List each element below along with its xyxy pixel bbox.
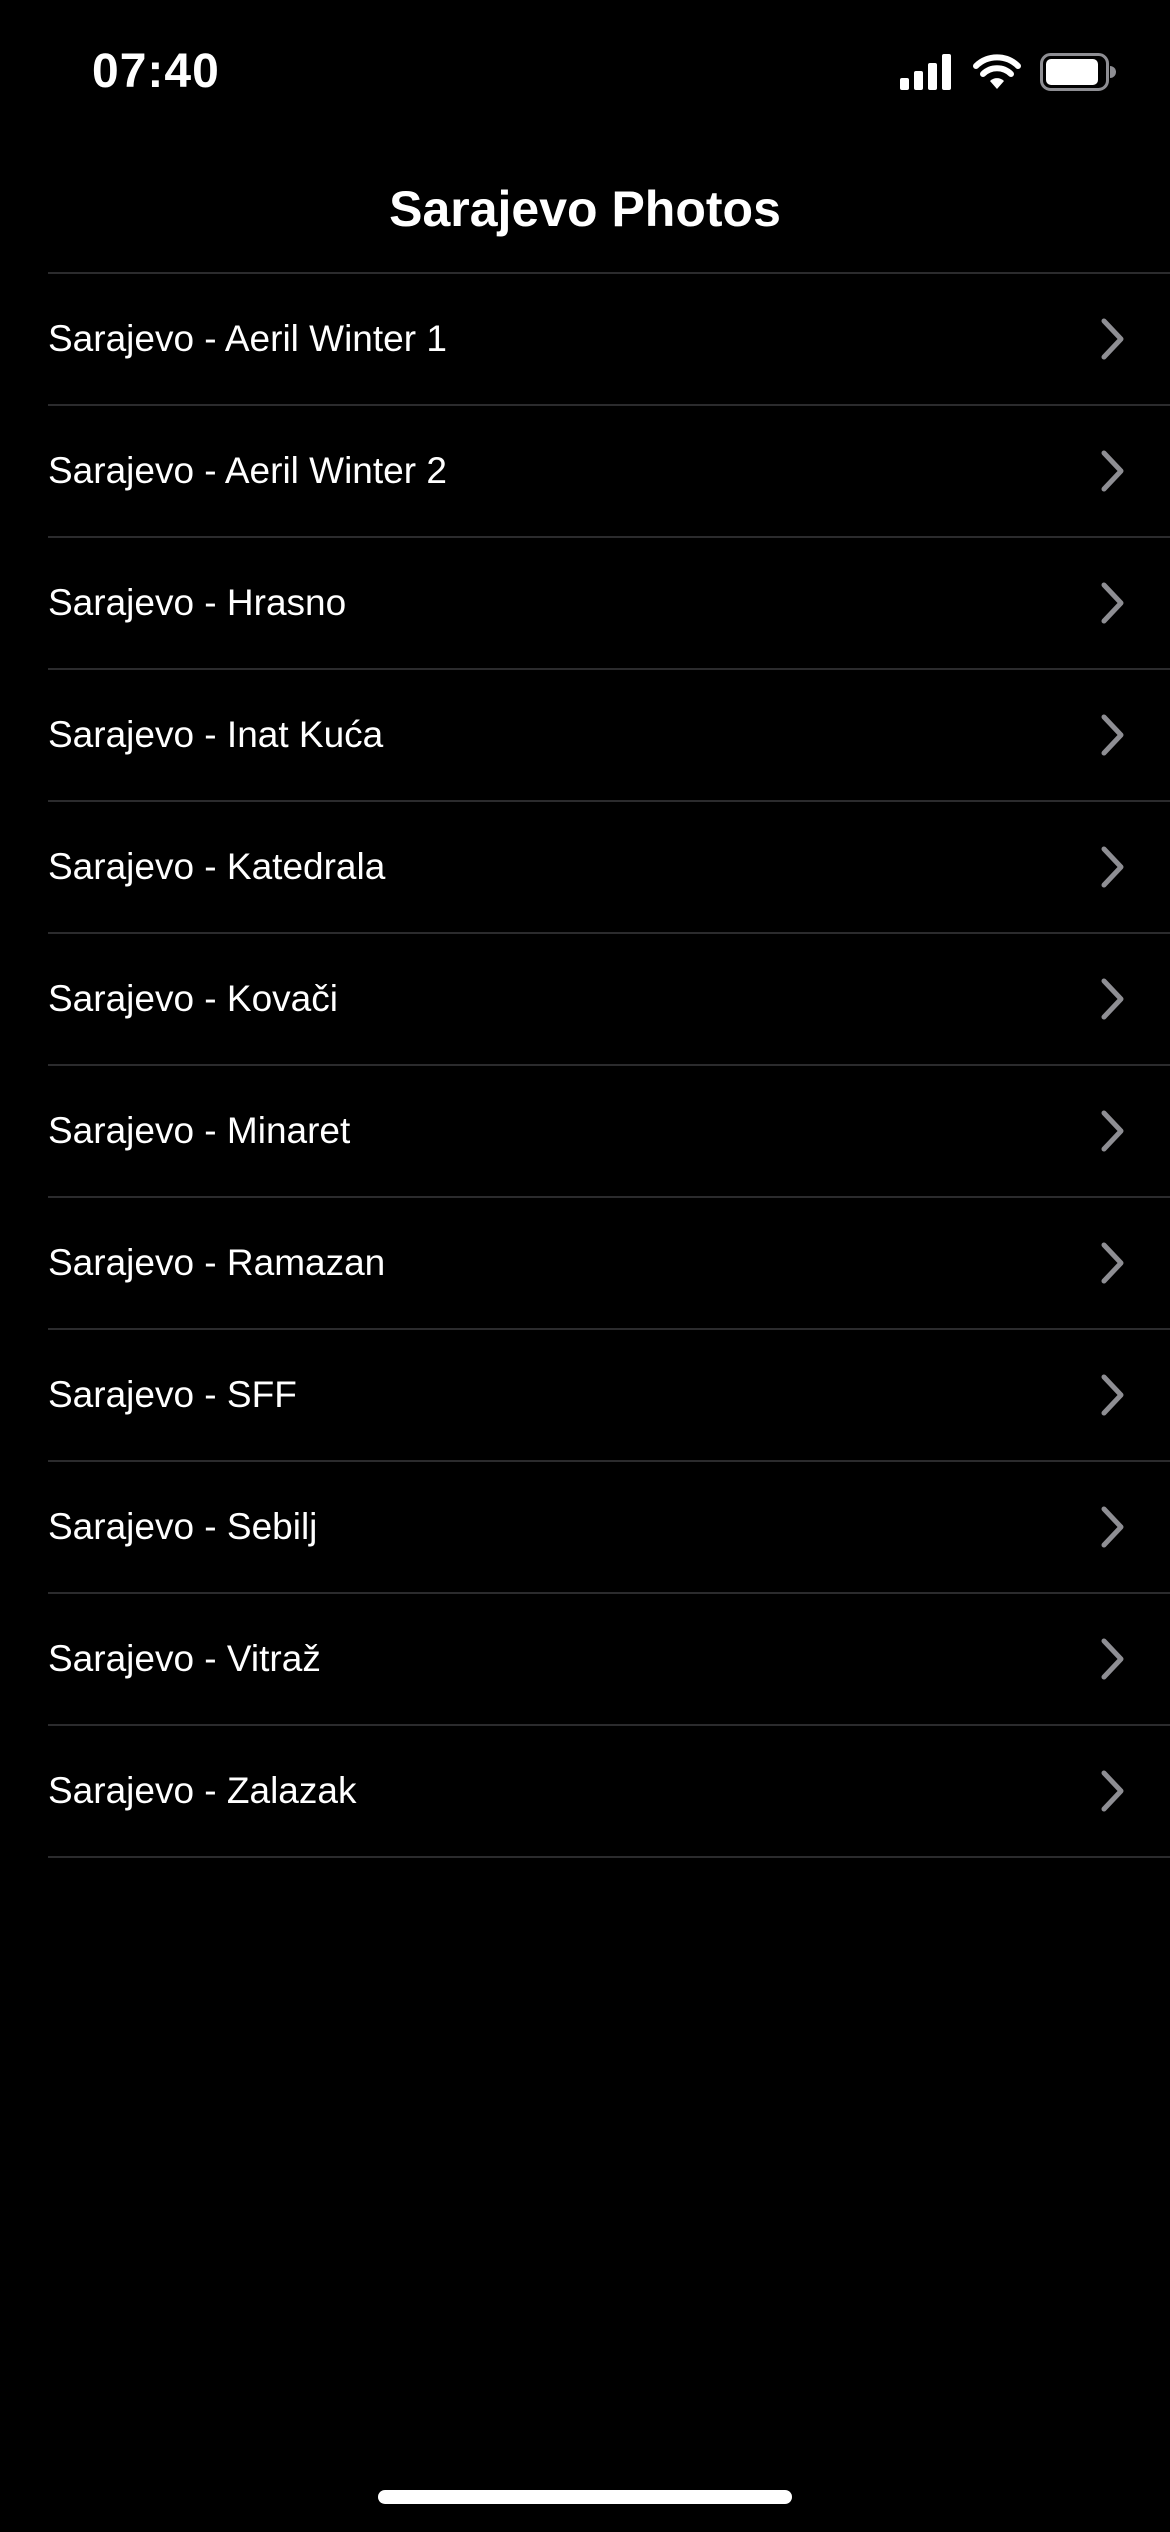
page-title: Sarajevo Photos — [389, 181, 781, 237]
list-item[interactable]: Sarajevo - Inat Kuća — [48, 670, 1170, 802]
list-item-label: Sarajevo - Minaret — [48, 1110, 351, 1151]
list-item[interactable]: Sarajevo - SFF — [48, 1330, 1170, 1462]
status-time: 07:40 — [92, 45, 220, 98]
list-item[interactable]: Sarajevo - Kovači — [48, 934, 1170, 1066]
chevron-right-icon — [1101, 846, 1124, 888]
chevron-right-icon — [1101, 978, 1124, 1020]
chevron-right-icon — [1101, 1242, 1124, 1284]
list-item-label: Sarajevo - Kovači — [48, 978, 338, 1019]
list-item-label: Sarajevo - Ramazan — [48, 1242, 386, 1283]
list-item-label: Sarajevo - Inat Kuća — [48, 714, 384, 755]
list-item[interactable]: Sarajevo - Ramazan — [48, 1198, 1170, 1330]
battery-icon — [1040, 52, 1116, 96]
chevron-right-icon — [1101, 1506, 1124, 1548]
chevron-right-icon — [1101, 1638, 1124, 1680]
list-item[interactable]: Sarajevo - Sebilj — [48, 1462, 1170, 1594]
list-item[interactable]: Sarajevo - Zalazak — [48, 1726, 1170, 1858]
photo-list: Sarajevo - Aeril Winter 1 Sarajevo - Aer… — [48, 272, 1170, 1858]
list-item[interactable]: Sarajevo - Minaret — [48, 1066, 1170, 1198]
list-item[interactable]: Sarajevo - Vitraž — [48, 1594, 1170, 1726]
list-item-label: Sarajevo - Aeril Winter 1 — [48, 318, 447, 359]
chevron-right-icon — [1101, 1770, 1124, 1812]
list-item-label: Sarajevo - Vitraž — [48, 1638, 321, 1679]
list-item[interactable]: Sarajevo - Aeril Winter 1 — [48, 274, 1170, 406]
status-bar: 07:40 — [0, 0, 1170, 140]
list-item[interactable]: Sarajevo - Aeril Winter 2 — [48, 406, 1170, 538]
chevron-right-icon — [1101, 318, 1124, 360]
list-item[interactable]: Sarajevo - Hrasno — [48, 538, 1170, 670]
chevron-right-icon — [1101, 582, 1124, 624]
list-item-label: Sarajevo - Aeril Winter 2 — [48, 450, 447, 491]
chevron-right-icon — [1101, 714, 1124, 756]
chevron-right-icon — [1101, 1374, 1124, 1416]
list-item[interactable]: Sarajevo - Katedrala — [48, 802, 1170, 934]
chevron-right-icon — [1101, 450, 1124, 492]
list-item-label: Sarajevo - Hrasno — [48, 582, 347, 623]
cellular-signal-icon — [900, 53, 954, 95]
home-indicator[interactable] — [378, 2490, 792, 2504]
list-item-label: Sarajevo - Sebilj — [48, 1506, 318, 1547]
chevron-right-icon — [1101, 1110, 1124, 1152]
wifi-icon — [972, 53, 1022, 96]
status-icons — [900, 52, 1116, 96]
navigation-bar: Sarajevo Photos — [0, 160, 1170, 272]
list-item-label: Sarajevo - Katedrala — [48, 846, 386, 887]
list-item-label: Sarajevo - SFF — [48, 1374, 297, 1415]
list-item-label: Sarajevo - Zalazak — [48, 1770, 357, 1811]
